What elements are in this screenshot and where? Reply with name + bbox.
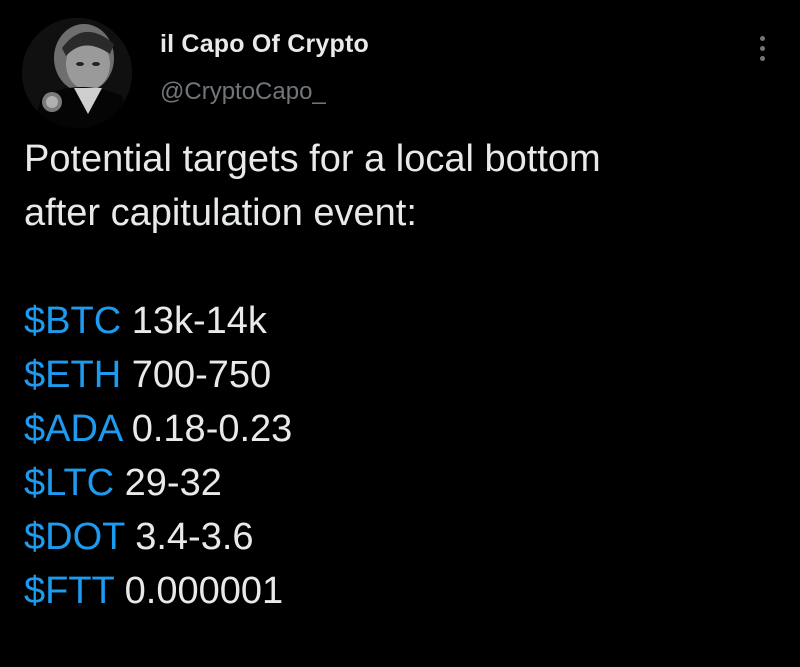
tweet-intro-line: Potential targets for a local bottom: [24, 138, 601, 180]
target-range-btc: 13k-14k: [121, 300, 267, 342]
cashtag-dot[interactable]: $DOT: [24, 516, 125, 558]
tweet-text: Potential targets for a local bottom aft…: [24, 132, 784, 618]
display-name[interactable]: il Capo Of Crypto: [160, 30, 369, 59]
target-range-ftt: 0.000001: [114, 570, 284, 612]
target-line-eth: $ETH 700-750: [24, 348, 784, 402]
target-range-eth: 700-750: [121, 354, 272, 396]
cashtag-btc[interactable]: $BTC: [24, 300, 121, 342]
avatar-portrait-image: [22, 18, 132, 128]
target-range-ltc: 29-32: [114, 462, 222, 504]
cashtag-ada[interactable]: $ADA: [24, 408, 121, 450]
tweet-intro-line: after capitulation event:: [24, 192, 417, 234]
user-handle[interactable]: @CryptoCapo_: [160, 78, 326, 106]
cashtag-ftt[interactable]: $FTT: [24, 570, 114, 612]
target-range-ada: 0.18-0.23: [121, 408, 293, 450]
more-options-button[interactable]: [752, 36, 772, 70]
target-line-btc: $BTC 13k-14k: [24, 294, 784, 348]
cashtag-eth[interactable]: $ETH: [24, 354, 121, 396]
tweet-card: il Capo Of Crypto @CryptoCapo_ Potential…: [0, 0, 800, 667]
cashtag-ltc[interactable]: $LTC: [24, 462, 114, 504]
more-vertical-icon: [759, 36, 765, 41]
target-line-ftt: $FTT 0.000001: [24, 564, 784, 618]
target-range-dot: 3.4-3.6: [124, 516, 254, 558]
target-line-dot: $DOT 3.4-3.6: [24, 510, 784, 564]
target-line-ltc: $LTC 29-32: [24, 456, 784, 510]
avatar[interactable]: [22, 18, 132, 128]
target-line-ada: $ADA 0.18-0.23: [24, 402, 784, 456]
more-vertical-icon-dot: [759, 56, 765, 61]
more-vertical-icon-dot: [759, 46, 765, 51]
